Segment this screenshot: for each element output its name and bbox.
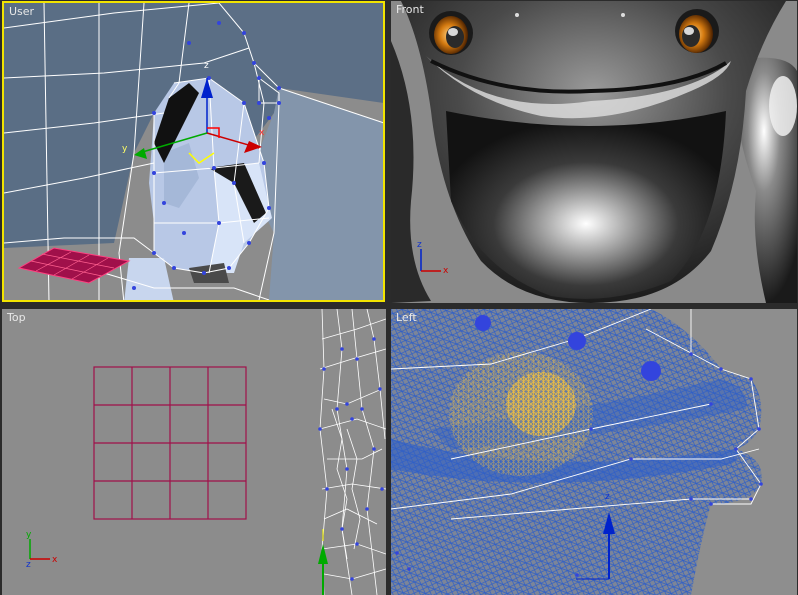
front-viewport-frog[interactable]: z x bbox=[391, 1, 797, 303]
top-axis-z: z bbox=[26, 560, 31, 570]
gizmo-axis-y: y bbox=[122, 144, 128, 154]
front-axis-z: z bbox=[417, 240, 422, 250]
front-axis-x: x bbox=[443, 266, 449, 276]
gizmo-axis-z: z bbox=[204, 61, 209, 71]
user-viewport-mesh[interactable]: z y x bbox=[4, 3, 383, 300]
top-axis-y: y bbox=[26, 530, 32, 540]
viewport-left[interactable]: Left z bbox=[391, 309, 797, 595]
viewport-label-front[interactable]: Front bbox=[396, 3, 424, 16]
viewport-label-left[interactable]: Left bbox=[396, 311, 417, 324]
viewport-label-top[interactable]: Top bbox=[7, 311, 26, 324]
gizmo-axis-x: x bbox=[259, 128, 265, 138]
top-axis-x: x bbox=[52, 555, 58, 565]
viewport-top[interactable]: Top y x z bbox=[2, 309, 386, 595]
left-viewport-wireframe[interactable]: z bbox=[391, 309, 797, 595]
viewport-front[interactable]: Front z x bbox=[391, 1, 797, 303]
left-gizmo-axis-z: z bbox=[605, 492, 610, 502]
top-viewport-mesh[interactable]: y x z bbox=[2, 309, 386, 595]
viewport-label-user[interactable]: User bbox=[9, 5, 34, 18]
viewport-user[interactable]: User z y x bbox=[2, 1, 385, 302]
